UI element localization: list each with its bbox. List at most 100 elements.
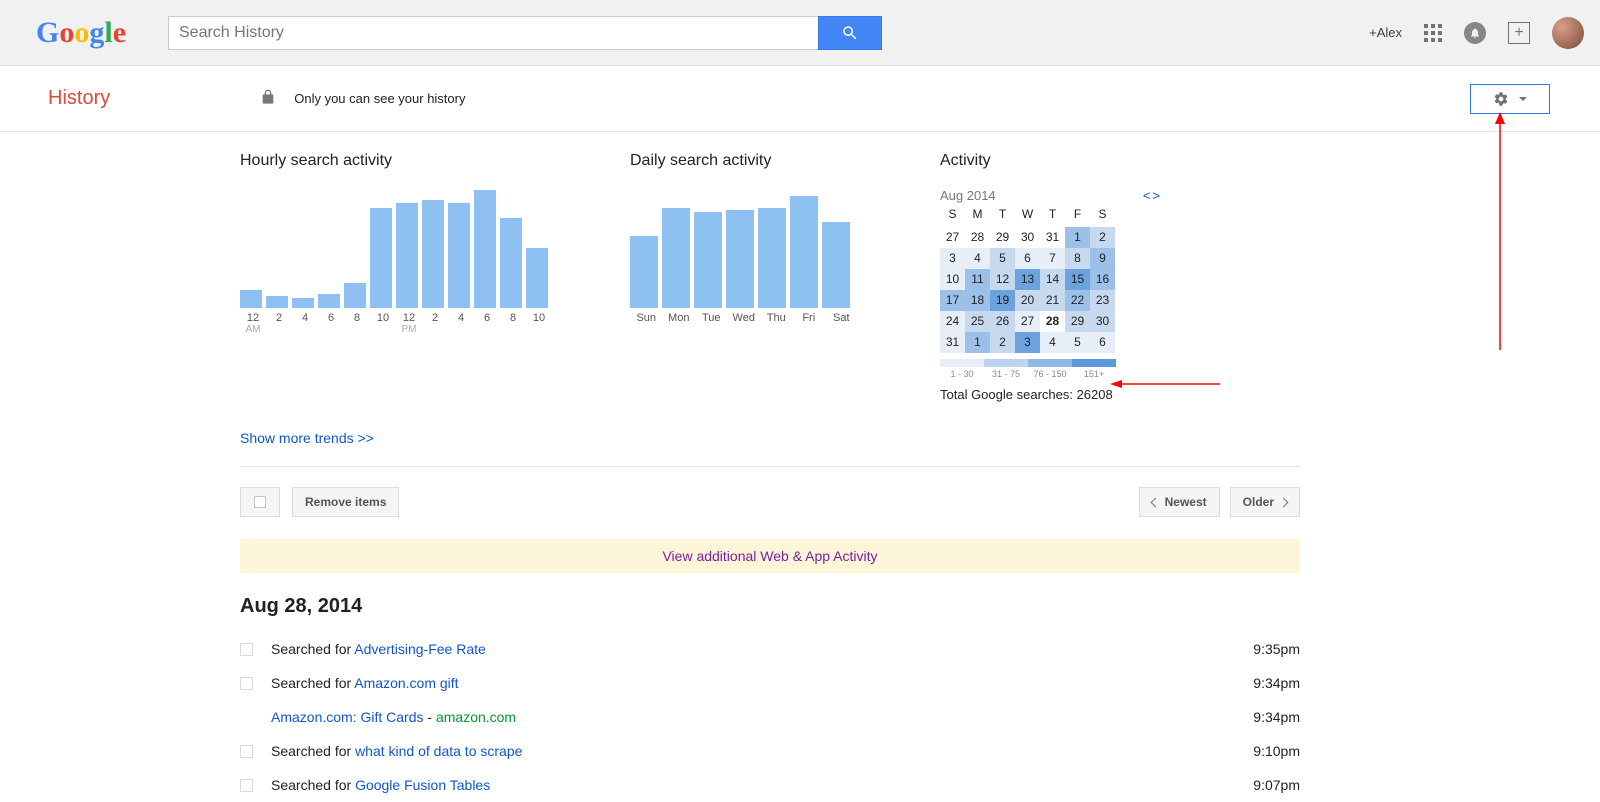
web-app-activity-banner[interactable]: View additional Web & App Activity — [240, 539, 1300, 573]
calendar-day[interactable]: 6 — [1015, 248, 1040, 269]
calendar-dow: S — [940, 207, 965, 227]
calendar-day[interactable]: 6 — [1090, 332, 1115, 353]
calendar-day[interactable]: 24 — [940, 311, 965, 332]
daily-chart: Daily search activity SunMonTueWedThuFri… — [630, 152, 880, 402]
daily-bar — [822, 222, 850, 308]
calendar-day[interactable]: 31 — [940, 332, 965, 353]
calendar-day[interactable]: 13 — [1015, 269, 1040, 290]
entry-time: 9:35pm — [1253, 641, 1300, 657]
hourly-bar — [500, 218, 522, 308]
calendar-day[interactable]: 4 — [1040, 332, 1065, 353]
calendar-prev[interactable]: < — [1143, 188, 1151, 203]
history-toolbar: Remove items Newest Older — [240, 487, 1300, 517]
calendar-day[interactable]: 1 — [1065, 227, 1090, 248]
calendar-day[interactable]: 12 — [990, 269, 1015, 290]
calendar-day[interactable]: 8 — [1065, 248, 1090, 269]
calendar-day[interactable]: 26 — [990, 311, 1015, 332]
charts-row: Hourly search activity 1224681012246810 … — [240, 152, 1300, 402]
calendar-day[interactable]: 28 — [1040, 311, 1065, 332]
calendar-day[interactable]: 10 — [940, 269, 965, 290]
calendar-day[interactable]: 30 — [1015, 227, 1040, 248]
entry-query-link[interactable]: Amazon.com gift — [354, 675, 458, 691]
search-form — [168, 16, 882, 50]
show-more-trends-link[interactable]: Show more trends >> — [240, 430, 374, 446]
hourly-bar — [526, 248, 548, 308]
entry-visit-link[interactable]: Amazon.com: Gift Cards — [271, 709, 424, 725]
calendar-day[interactable]: 20 — [1015, 290, 1040, 311]
calendar-day[interactable]: 7 — [1040, 248, 1065, 269]
daily-bar — [694, 212, 722, 308]
entry-query-link[interactable]: Google Fusion Tables — [355, 777, 490, 793]
hourly-sublabels: AM PM — [240, 324, 570, 335]
calendar-day[interactable]: 30 — [1090, 311, 1115, 332]
top-bar: Google +Alex + — [0, 0, 1600, 66]
calendar-nav: < > — [1143, 188, 1160, 203]
calendar-day[interactable]: 5 — [1065, 332, 1090, 353]
calendar-day[interactable]: 2 — [1090, 227, 1115, 248]
older-button[interactable]: Older — [1230, 487, 1300, 517]
calendar-day[interactable]: 19 — [990, 290, 1015, 311]
remove-items-button[interactable]: Remove items — [292, 487, 399, 517]
calendar-day[interactable]: 15 — [1065, 269, 1090, 290]
calendar-day[interactable]: 31 — [1040, 227, 1065, 248]
privacy-text: Only you can see your history — [294, 91, 465, 106]
entry-checkbox[interactable] — [240, 779, 253, 792]
daily-bar — [790, 196, 818, 308]
history-entry: Searched for Advertising-Fee Rate9:35pm — [240, 632, 1300, 666]
calendar-day[interactable]: 27 — [940, 227, 965, 248]
top-right-controls: +Alex + — [1369, 17, 1584, 49]
calendar-day[interactable]: 14 — [1040, 269, 1065, 290]
calendar-day[interactable]: 18 — [965, 290, 990, 311]
calendar-next[interactable]: > — [1152, 188, 1160, 203]
calendar-day[interactable]: 28 — [965, 227, 990, 248]
hourly-bar — [422, 200, 444, 308]
calendar-day[interactable]: 22 — [1065, 290, 1090, 311]
privacy-note: Only you can see your history — [260, 89, 465, 108]
calendar-day[interactable]: 23 — [1090, 290, 1115, 311]
calendar-day[interactable]: 29 — [1065, 311, 1090, 332]
daily-bar — [758, 208, 786, 308]
calendar-day[interactable]: 1 — [965, 332, 990, 353]
calendar-day[interactable]: 3 — [940, 248, 965, 269]
google-logo[interactable]: Google — [36, 13, 148, 53]
search-button[interactable] — [818, 16, 882, 50]
search-input[interactable] — [168, 16, 818, 50]
entry-checkbox[interactable] — [240, 643, 253, 656]
calendar-day[interactable]: 3 — [1015, 332, 1040, 353]
calendar-day[interactable]: 25 — [965, 311, 990, 332]
history-entry: Searched for Google Fusion Tables9:07pm — [240, 768, 1300, 802]
newest-button[interactable]: Newest — [1139, 487, 1220, 517]
history-entry: Amazon.com: Gift Cards - amazon.com9:34p… — [240, 700, 1300, 734]
calendar-day[interactable]: 5 — [990, 248, 1015, 269]
entry-text: Searched for Amazon.com gift — [271, 675, 1235, 691]
apps-icon[interactable] — [1424, 24, 1442, 42]
calendar-day[interactable]: 27 — [1015, 311, 1040, 332]
hourly-bar — [448, 203, 470, 308]
calendar-dow: T — [990, 207, 1015, 227]
select-all-checkbox[interactable] — [240, 487, 280, 517]
settings-button[interactable] — [1470, 84, 1550, 114]
calendar-dow: W — [1015, 207, 1040, 227]
avatar[interactable] — [1552, 17, 1584, 49]
hourly-bar — [292, 298, 314, 308]
calendar-day[interactable]: 4 — [965, 248, 990, 269]
calendar-day[interactable]: 17 — [940, 290, 965, 311]
calendar-legend-labels: 1 - 3031 - 7576 - 150151+ — [940, 369, 1116, 379]
entry-query-link[interactable]: Advertising-Fee Rate — [354, 641, 486, 657]
share-plus-icon[interactable]: + — [1508, 22, 1530, 44]
entry-checkbox[interactable] — [240, 745, 253, 758]
calendar-day[interactable]: 2 — [990, 332, 1015, 353]
entry-query-link[interactable]: what kind of data to scrape — [355, 743, 522, 759]
notifications-icon[interactable] — [1464, 22, 1486, 44]
calendar-day[interactable]: 16 — [1090, 269, 1115, 290]
calendar-day[interactable]: 9 — [1090, 248, 1115, 269]
divider — [240, 466, 1300, 467]
calendar-day[interactable]: 21 — [1040, 290, 1065, 311]
main-content: Hourly search activity 1224681012246810 … — [240, 132, 1300, 802]
history-entry: Searched for what kind of data to scrape… — [240, 734, 1300, 768]
calendar-day[interactable]: 29 — [990, 227, 1015, 248]
entry-checkbox[interactable] — [240, 677, 253, 690]
plus-profile-link[interactable]: +Alex — [1369, 25, 1402, 40]
calendar-day[interactable]: 11 — [965, 269, 990, 290]
calendar-dow: M — [965, 207, 990, 227]
